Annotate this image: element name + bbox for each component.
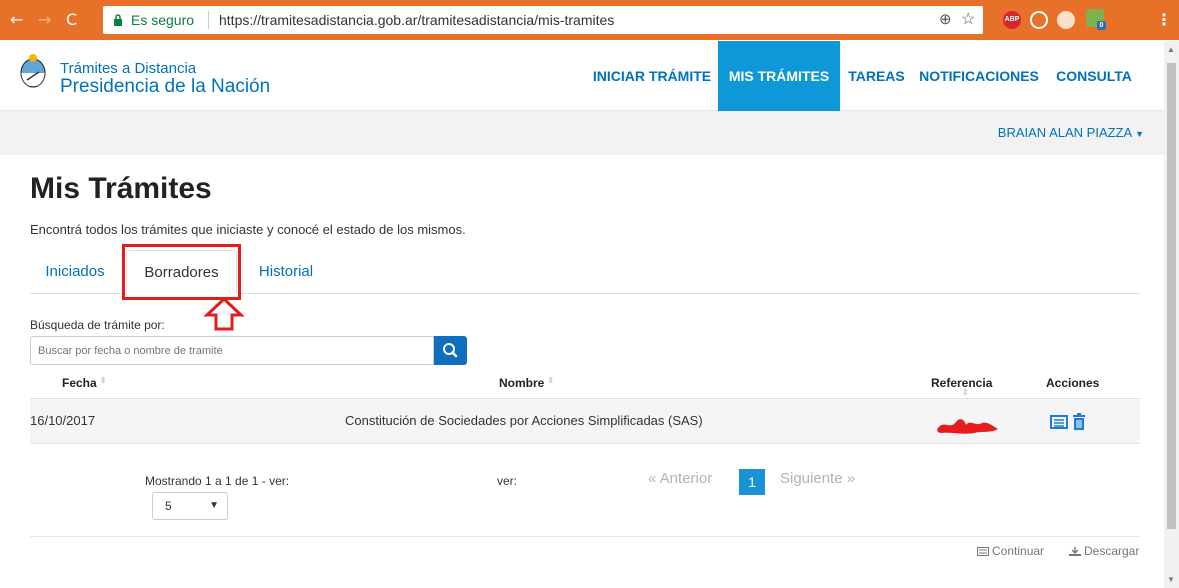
sort-icon: ⇕ <box>99 376 107 385</box>
view-list-icon[interactable] <box>1050 413 1068 431</box>
extension-icon[interactable] <box>1057 11 1075 29</box>
column-header-fecha[interactable]: Fecha ⇕ <box>62 376 106 390</box>
extension-icon[interactable] <box>1030 11 1048 29</box>
sort-icon: ⇕ <box>962 388 969 397</box>
brand-title[interactable]: Presidencia de la Nación <box>60 77 270 97</box>
page-title: Mis Trámites <box>30 172 212 205</box>
cell-nombre: Constitución de Sociedades por Acciones … <box>345 413 703 428</box>
search-icon <box>443 343 458 358</box>
extension-icon[interactable]: 0 <box>1086 9 1106 30</box>
caret-down-icon: ▼ <box>209 500 219 511</box>
address-bar[interactable]: Es seguro https://tramitesadistancia.gob… <box>103 6 983 34</box>
nav-iniciar-tramite[interactable]: INICIAR TRÁMITE <box>586 41 718 111</box>
adblock-plus-icon[interactable]: ABP <box>1003 11 1021 29</box>
page-intro: Encontrá todos los trámites que iniciast… <box>30 222 466 237</box>
showing-count: Mostrando 1 a 1 de 1 - ver: <box>145 474 290 488</box>
page-scrollbar[interactable]: ▲ ▼ <box>1164 41 1179 588</box>
descargar-button[interactable]: Descargar <box>1069 544 1139 558</box>
scrollbar-thumb[interactable] <box>1167 63 1176 529</box>
scroll-up-arrow-icon[interactable]: ▲ <box>1167 45 1175 54</box>
column-header-nombre[interactable]: Nombre ⇕ <box>499 376 554 390</box>
search-button[interactable] <box>434 336 467 365</box>
scroll-down-arrow-icon[interactable]: ▼ <box>1167 575 1175 584</box>
back-arrow-icon[interactable]: ← <box>10 10 23 30</box>
annotation-up-arrow-icon <box>203 296 245 331</box>
forward-arrow-icon[interactable]: → <box>38 10 51 30</box>
user-bar: BRAIAN ALAN PIAZZA ▼ <box>0 111 1164 155</box>
reload-icon[interactable]: C <box>66 10 77 30</box>
trash-icon[interactable] <box>1070 413 1088 431</box>
tab-historial[interactable]: Historial <box>244 250 328 294</box>
argentina-emblem-icon[interactable] <box>20 52 46 88</box>
omnibox-separator <box>208 11 209 29</box>
nav-notificaciones[interactable]: NOTIFICACIONES <box>913 41 1045 111</box>
page-size-select[interactable]: 5 ▼ <box>152 492 228 520</box>
tab-iniciados[interactable]: Iniciados <box>34 250 116 294</box>
nav-tareas[interactable]: TAREAS <box>840 41 913 111</box>
pagination-next[interactable]: Siguiente » <box>780 470 855 487</box>
browser-toolbar: ← → C Es seguro https://tramitesadistanc… <box>0 0 1179 40</box>
ver-label: ver: <box>497 474 518 488</box>
pagination-previous[interactable]: « Anterior <box>648 470 712 487</box>
column-header-label: Fecha <box>62 376 97 390</box>
username-label: BRAIAN ALAN PIAZZA <box>997 125 1132 140</box>
nav-mis-tramites[interactable]: MIS TRÁMITES <box>718 41 840 111</box>
search-input[interactable] <box>30 336 434 365</box>
bookmark-star-icon[interactable]: ☆ <box>961 6 975 34</box>
security-label: Es seguro <box>131 12 195 28</box>
nav-consulta[interactable]: CONSULTA <box>1045 41 1143 111</box>
sort-icon: ⇕ <box>547 376 555 385</box>
footer-divider <box>30 536 1140 537</box>
url-text[interactable]: https://tramitesadistancia.gob.ar/tramit… <box>219 6 614 34</box>
column-header-referencia[interactable]: Referencia ⇕ <box>931 376 992 397</box>
search-label: Búsqueda de trámite por: <box>30 318 165 332</box>
descargar-label: Descargar <box>1084 544 1140 558</box>
menu-dots-icon[interactable]: ⋮ <box>1156 10 1172 30</box>
caret-down-icon: ▼ <box>1135 129 1144 139</box>
download-icon <box>1069 547 1081 556</box>
pagination-current-page[interactable]: 1 <box>739 469 765 495</box>
redacted-reference <box>937 419 998 434</box>
continuar-button[interactable]: Continuar <box>977 544 1044 558</box>
cell-fecha: 16/10/2017 <box>30 413 96 428</box>
continuar-label: Continuar <box>992 544 1045 558</box>
column-header-acciones: Acciones <box>1046 376 1100 390</box>
list-icon <box>977 547 989 556</box>
zoom-icon[interactable]: ⊕ <box>939 6 952 34</box>
site-header: Trámites a Distancia Presidencia de la N… <box>0 41 1164 111</box>
user-menu[interactable]: BRAIAN ALAN PIAZZA ▼ <box>998 111 1144 156</box>
page-size-value: 5 <box>165 499 172 513</box>
column-header-label: Nombre <box>499 376 545 390</box>
brand-subtitle[interactable]: Trámites a Distancia <box>60 61 196 77</box>
extension-badge: 0 <box>1097 21 1106 30</box>
lock-icon <box>114 14 122 26</box>
annotation-highlight-box <box>122 244 241 300</box>
table-row: 16/10/2017 Constitución de Sociedades po… <box>30 398 1140 444</box>
